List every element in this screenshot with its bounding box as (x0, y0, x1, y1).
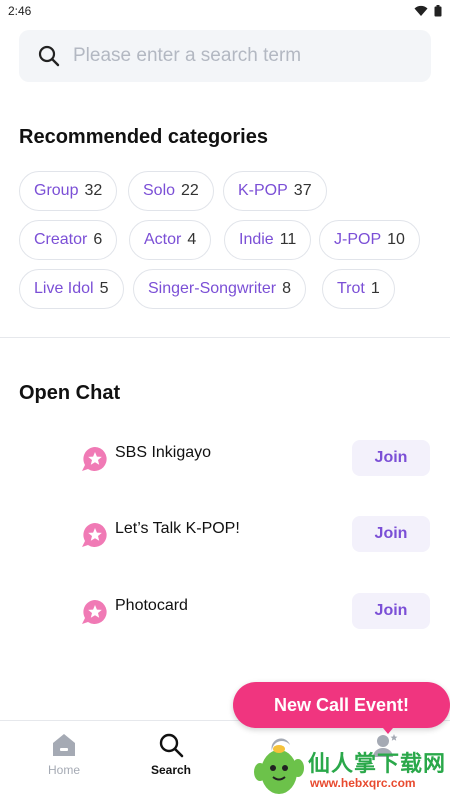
search-bar[interactable] (19, 30, 431, 82)
status-bar: 2:46 (0, 0, 450, 22)
category-chip-j-pop[interactable]: J-POP 10 (319, 220, 420, 260)
status-time: 2:46 (8, 4, 32, 18)
promo-pill-tail (378, 722, 398, 734)
open-chat-row: Let’s Talk K-POP! Join (80, 516, 432, 556)
chip-name: Solo (143, 182, 176, 199)
nav-home-label: Home (47, 763, 80, 777)
chip-name: Creator (34, 231, 88, 248)
chip-name: K-POP (238, 182, 288, 199)
chip-count: 32 (84, 182, 103, 199)
category-chip-indie[interactable]: Indie 11 (224, 220, 312, 260)
category-chip-singer-songwriter[interactable]: Singer-Songwriter 8 (133, 269, 306, 309)
category-chip-solo[interactable]: Solo 22 (128, 171, 214, 211)
join-button[interactable]: Join (352, 440, 430, 476)
open-chat-row: SBS Inkigayo Join (80, 440, 432, 480)
category-chip-trot[interactable]: Trot 1 (322, 269, 395, 309)
chat-star-icon (82, 447, 107, 471)
chip-name: Indie (239, 231, 274, 248)
search-icon (38, 45, 60, 67)
chip-count: 8 (282, 280, 291, 297)
search-icon (159, 733, 184, 758)
chip-count: 10 (387, 231, 405, 248)
chat-room-name: Let’s Talk K-POP! (115, 520, 240, 537)
category-chip-group[interactable]: Group 32 (19, 171, 118, 211)
status-icons (414, 5, 442, 17)
chip-name: Live Idol (34, 280, 94, 297)
cactus-logo-icon (254, 745, 304, 794)
chip-count: 6 (93, 231, 103, 248)
chip-name: Actor (144, 231, 182, 248)
chip-count: 11 (279, 231, 297, 248)
category-chip-actor[interactable]: Actor 4 (129, 220, 212, 260)
chip-name: Group (34, 182, 79, 199)
category-chip-live-idol[interactable]: Live Idol 5 (19, 269, 124, 309)
watermark-text: 仙人掌下载网 (308, 751, 447, 776)
chat-star-icon (82, 600, 107, 624)
category-chip-creator[interactable]: Creator 6 (19, 220, 118, 260)
section-divider (0, 337, 450, 338)
chip-count: 4 (187, 231, 197, 248)
nav-home[interactable]: Home (34, 731, 94, 777)
watermark: 仙人掌下载网 www.hebxqrc.com (250, 742, 450, 800)
chat-room-name: SBS Inkigayo (115, 444, 212, 461)
chip-count: 5 (99, 280, 109, 297)
join-button[interactable]: Join (352, 516, 430, 552)
join-button[interactable]: Join (352, 593, 430, 629)
new-call-event-button[interactable]: New Call Event! (233, 682, 450, 728)
category-chip-k-pop[interactable]: K-POP 37 (223, 171, 327, 211)
chat-star-icon (82, 523, 107, 547)
chat-room-name: Photocard (115, 597, 188, 614)
nav-search-label: Search (150, 763, 192, 777)
battery-icon (434, 5, 442, 17)
open-chat-row: Photocard Join (80, 593, 432, 633)
chip-name: Trot (337, 280, 365, 297)
recommended-categories-title: Recommended categories (19, 126, 268, 148)
chip-count: 37 (293, 182, 312, 199)
home-icon (53, 734, 75, 756)
watermark-url: www.hebxqrc.com (310, 776, 416, 790)
open-chat-title: Open Chat (19, 382, 121, 404)
search-input[interactable] (73, 45, 393, 67)
nav-search[interactable]: Search (141, 731, 201, 777)
chip-count: 22 (181, 182, 199, 199)
chip-name: J-POP (334, 231, 382, 248)
chip-count: 1 (370, 280, 380, 297)
wifi-icon (414, 5, 428, 16)
chip-name: Singer-Songwriter (148, 280, 277, 297)
